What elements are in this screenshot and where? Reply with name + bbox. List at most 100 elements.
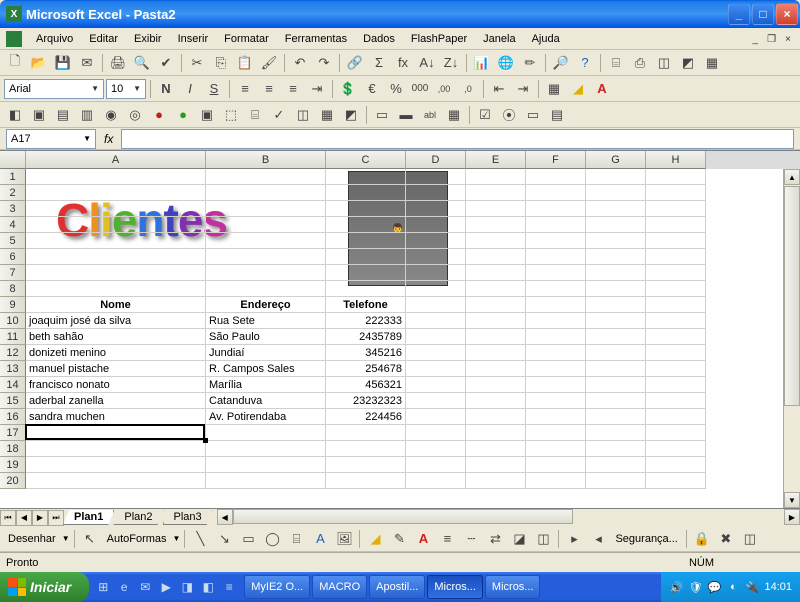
scroll-left-icon[interactable]: ◀	[217, 509, 233, 525]
cell[interactable]	[466, 265, 526, 281]
preview-icon[interactable]: 🔍	[131, 52, 153, 74]
cell-data[interactable]: Rua Sete	[206, 313, 326, 329]
menu-janela[interactable]: Janela	[475, 31, 523, 47]
cell[interactable]	[206, 185, 326, 201]
rect-icon[interactable]: ▭	[237, 528, 259, 550]
tray-clock[interactable]: 14:01	[764, 581, 792, 593]
menu-ferramentas[interactable]: Ferramentas	[277, 31, 355, 47]
d-s2-icon[interactable]: ✖	[715, 528, 737, 550]
oval-icon[interactable]: ◯	[261, 528, 283, 550]
print-icon[interactable]: 🖨	[107, 52, 129, 74]
misc-icon[interactable]: ◫	[653, 52, 675, 74]
ex13-icon[interactable]: ◫	[292, 104, 314, 126]
cell[interactable]	[646, 473, 706, 489]
cell[interactable]	[586, 281, 646, 297]
hscroll-thumb[interactable]	[233, 509, 573, 524]
cell[interactable]	[466, 185, 526, 201]
row-header[interactable]: 12	[0, 345, 26, 361]
tray-icon-5[interactable]: 🔌	[745, 580, 759, 594]
row-header[interactable]: 2	[0, 185, 26, 201]
cell[interactable]	[586, 393, 646, 409]
row-header[interactable]: 3	[0, 201, 26, 217]
d-line-color-icon[interactable]: ✎	[388, 528, 410, 550]
cell-data[interactable]: 456321	[326, 377, 406, 393]
cell[interactable]	[586, 169, 646, 185]
d-n1-icon[interactable]: ▸	[563, 528, 585, 550]
row-header[interactable]: 20	[0, 473, 26, 489]
cell[interactable]	[466, 393, 526, 409]
cell[interactable]	[646, 345, 706, 361]
row-header[interactable]: 6	[0, 249, 26, 265]
cell[interactable]	[406, 473, 466, 489]
cell[interactable]	[26, 169, 206, 185]
cell[interactable]	[466, 457, 526, 473]
italic-icon[interactable]: I	[179, 78, 201, 100]
doc-restore-button[interactable]: ❐	[764, 34, 779, 45]
cell-data[interactable]: 224456	[326, 409, 406, 425]
ex6-icon[interactable]: ◎	[124, 104, 146, 126]
d-font-color-icon[interactable]: A	[412, 528, 434, 550]
cell-data[interactable]: Jundiaí	[206, 345, 326, 361]
cell[interactable]	[526, 265, 586, 281]
cell-data[interactable]: 222333	[326, 313, 406, 329]
ex12-icon[interactable]: ✓	[268, 104, 290, 126]
cell[interactable]	[326, 441, 406, 457]
cell[interactable]	[26, 233, 206, 249]
doc-close-button[interactable]: ×	[782, 34, 794, 45]
cell[interactable]	[26, 441, 206, 457]
cell[interactable]	[586, 249, 646, 265]
row-header[interactable]: 11	[0, 329, 26, 345]
cell[interactable]	[586, 297, 646, 313]
cell[interactable]	[586, 185, 646, 201]
bold-icon[interactable]: N	[155, 78, 177, 100]
currency-icon[interactable]: 💲	[337, 78, 359, 100]
d-shadow-icon[interactable]: ◪	[508, 528, 530, 550]
cell-data[interactable]: Nome	[26, 297, 206, 313]
cell[interactable]	[466, 297, 526, 313]
menu-exibir[interactable]: Exibir	[126, 31, 170, 47]
ql-app-icon[interactable]: ◨	[177, 576, 197, 598]
cell[interactable]	[586, 217, 646, 233]
cell[interactable]	[646, 169, 706, 185]
cell[interactable]	[586, 313, 646, 329]
cell[interactable]	[526, 297, 586, 313]
borders-icon[interactable]: ▦	[543, 78, 565, 100]
scroll-thumb[interactable]	[784, 186, 800, 406]
name-box[interactable]: A17▼	[6, 129, 96, 149]
cell[interactable]	[466, 345, 526, 361]
scroll-down-icon[interactable]: ▼	[784, 492, 800, 508]
tray-icon-4[interactable]: ◐	[726, 580, 740, 594]
cell[interactable]	[586, 377, 646, 393]
ql-desktop-icon[interactable]: ⊞	[93, 576, 113, 598]
cell[interactable]	[466, 473, 526, 489]
fx-icon[interactable]: fx	[104, 132, 113, 146]
cell[interactable]	[406, 409, 466, 425]
cell[interactable]	[406, 297, 466, 313]
row-header[interactable]: 16	[0, 409, 26, 425]
hyperlink-icon[interactable]: 🔗	[344, 52, 366, 74]
ql-app3-icon[interactable]: ≡	[219, 576, 239, 598]
cell[interactable]	[406, 345, 466, 361]
wordart-icon[interactable]: A	[309, 528, 331, 550]
ex18-icon[interactable]: abl	[419, 104, 441, 126]
cell[interactable]	[526, 217, 586, 233]
cell[interactable]	[406, 377, 466, 393]
cell[interactable]	[26, 201, 206, 217]
cell[interactable]	[466, 217, 526, 233]
cell[interactable]	[26, 457, 206, 473]
cell[interactable]	[466, 313, 526, 329]
column-header[interactable]: A	[26, 151, 206, 169]
cell-data[interactable]: manuel pistache	[26, 361, 206, 377]
scroll-right-icon[interactable]: ▶	[784, 509, 800, 525]
cell[interactable]	[406, 281, 466, 297]
align-right-icon[interactable]: ≡	[282, 78, 304, 100]
cell[interactable]	[526, 425, 586, 441]
cut-icon[interactable]: ✂	[186, 52, 208, 74]
dec-decimal-icon[interactable]: ,0	[457, 78, 479, 100]
inc-indent-icon[interactable]: ⇥	[512, 78, 534, 100]
close-button[interactable]: ×	[776, 3, 798, 25]
cell[interactable]	[586, 441, 646, 457]
sheet-tab[interactable]: Plan3	[163, 510, 213, 525]
cell[interactable]	[586, 409, 646, 425]
ql-ie-icon[interactable]: e	[114, 576, 134, 598]
